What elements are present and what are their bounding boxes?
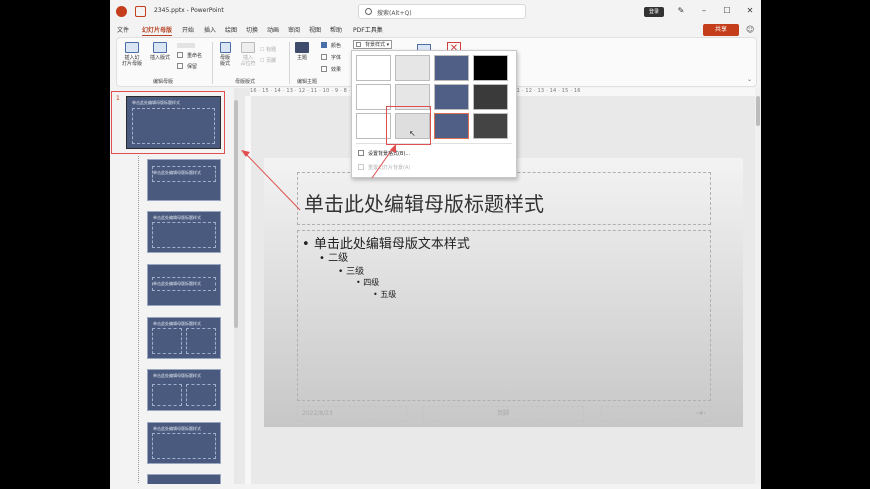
arrow-line bbox=[245, 153, 301, 211]
screen: 2345.pptx - PowerPoint 搜索(Alt+Q) 登录 ✎ – … bbox=[0, 0, 870, 489]
powerpoint-window: 2345.pptx - PowerPoint 搜索(Alt+Q) 登录 ✎ – … bbox=[110, 0, 761, 489]
arrow-line bbox=[371, 147, 394, 179]
arrow-head bbox=[241, 150, 250, 157]
annotation-arrows bbox=[241, 144, 396, 211]
